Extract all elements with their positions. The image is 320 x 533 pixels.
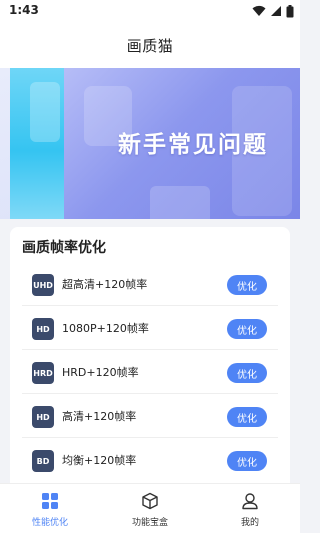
hd-badge-icon: HD: [32, 318, 54, 340]
signal-icon: [271, 6, 281, 16]
option-label: 超高清+120帧率: [62, 278, 148, 291]
tab-mine[interactable]: 我的: [200, 484, 300, 533]
hd-badge-icon: HD: [32, 406, 54, 428]
tab-label: 我的: [240, 518, 259, 528]
option-row: HD 1080P+120帧率 优化: [22, 306, 278, 350]
grid-icon: [42, 493, 58, 509]
hrd-badge-icon: HRD: [32, 362, 54, 384]
optimize-button[interactable]: 优化: [227, 363, 267, 383]
option-label: 高清+120帧率: [62, 410, 137, 423]
optimization-card: 画质帧率优化 UHD 超高清+120帧率 优化 HD 1080P+120帧率 优…: [10, 227, 290, 497]
status-bar: 1:43: [0, 0, 300, 22]
optimize-button[interactable]: 优化: [227, 275, 267, 295]
tab-label: 功能宝盒: [131, 518, 168, 528]
option-row: UHD 超高清+120帧率 优化: [22, 262, 278, 306]
tab-performance[interactable]: 性能优化: [0, 484, 100, 533]
tab-toolbox[interactable]: 功能宝盒: [100, 484, 200, 533]
banner-decoration: [30, 82, 60, 142]
option-label: HRD+120帧率: [62, 366, 139, 379]
banner-decoration: [150, 186, 210, 219]
option-row: BD 均衡+120帧率 优化: [22, 438, 278, 482]
optimize-button[interactable]: 优化: [227, 407, 267, 427]
option-label: 均衡+120帧率: [62, 454, 137, 467]
wifi-icon: [252, 5, 266, 16]
bd-badge-icon: BD: [32, 450, 54, 472]
status-icons: [252, 4, 294, 18]
user-icon: [242, 493, 258, 510]
battery-icon: [286, 4, 294, 17]
option-row: HD 高清+120帧率 优化: [22, 394, 278, 438]
status-time: 1:43: [9, 3, 39, 17]
optimize-button[interactable]: 优化: [227, 319, 267, 339]
optimize-button[interactable]: 优化: [227, 451, 267, 471]
page-title: 画质猫: [126, 36, 174, 55]
box-icon: [142, 492, 158, 510]
tab-label: 性能优化: [31, 518, 68, 528]
uhd-badge-icon: UHD: [32, 274, 54, 296]
option-row: HRD HRD+120帧率 优化: [22, 350, 278, 394]
option-list: UHD 超高清+120帧率 优化 HD 1080P+120帧率 优化 HRD H…: [22, 262, 278, 482]
app-header: 画质猫: [0, 22, 300, 68]
banner-text: 新手常见问题: [118, 132, 268, 158]
bottom-tab-bar: 性能优化 功能宝盒 我的: [0, 483, 300, 533]
option-label: 1080P+120帧率: [62, 322, 149, 335]
banner-left-panel: [10, 68, 64, 219]
card-title: 画质帧率优化: [22, 240, 106, 256]
